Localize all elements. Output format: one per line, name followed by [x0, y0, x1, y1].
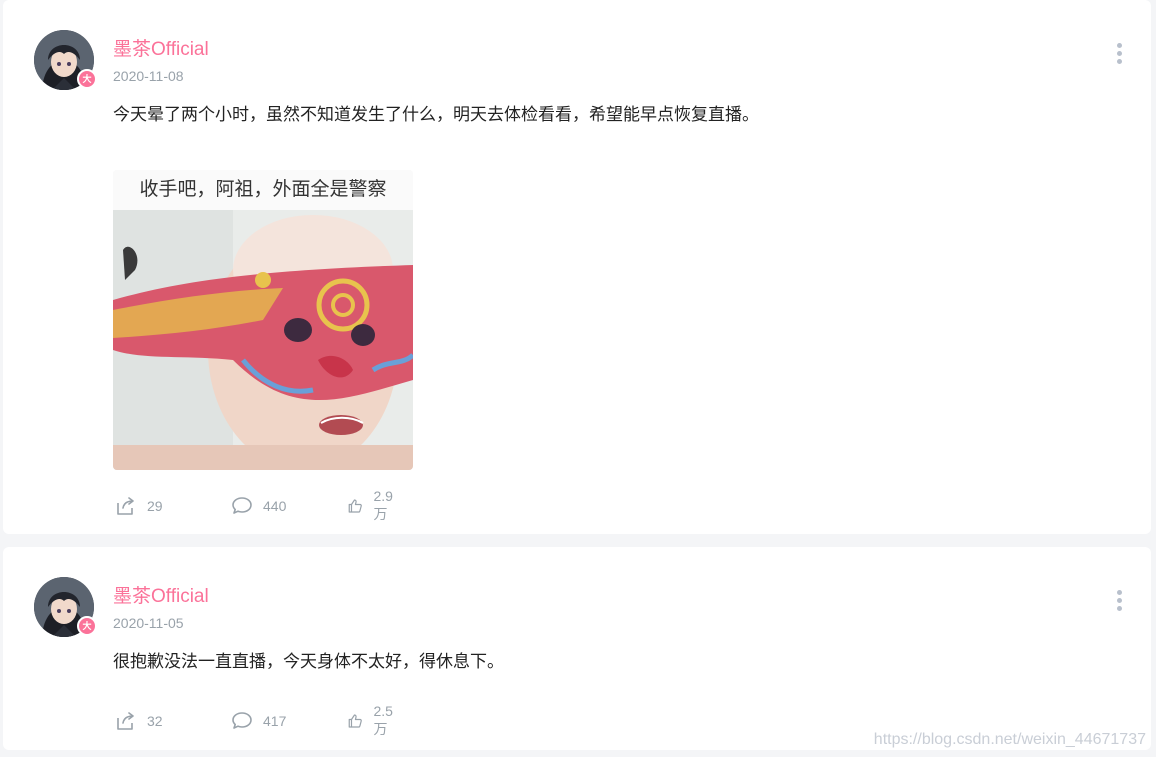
comment-icon — [232, 712, 252, 729]
share-button[interactable]: 32 — [115, 709, 163, 733]
comment-button[interactable]: 417 — [231, 709, 286, 733]
thumbs-up-icon — [348, 499, 362, 513]
up-badge-icon: 大 — [77, 616, 97, 636]
image-caption: 收手吧，阿祖，外面全是警察 — [113, 170, 413, 210]
thumbs-up-icon — [348, 714, 362, 728]
post-text: 很抱歉没法一直直播，今天身体不太好，得休息下。 — [113, 652, 504, 671]
comment-count: 440 — [263, 498, 287, 514]
share-icon — [117, 497, 134, 515]
share-count: 32 — [147, 713, 163, 729]
comment-button[interactable]: 440 — [231, 494, 286, 518]
share-button[interactable]: 29 — [115, 494, 163, 518]
like-count: 2.9万 — [373, 488, 393, 522]
up-badge-icon: 大 — [77, 69, 97, 89]
meme-photo — [113, 210, 413, 470]
post-text: 今天晕了两个小时，虽然不知道发生了什么，明天去体检看看，希望能早点恢复直播。 — [113, 105, 759, 124]
watermark: https://blog.csdn.net/weixin_44671737 — [873, 731, 1146, 748]
more-options-icon[interactable] — [1117, 43, 1123, 65]
author-name[interactable]: 墨茶Official — [113, 34, 209, 61]
share-icon — [117, 712, 134, 730]
like-count: 2.5万 — [373, 703, 393, 737]
author-name[interactable]: 墨茶Official — [113, 581, 209, 608]
more-options-icon[interactable] — [1117, 590, 1123, 612]
post-card: 大 墨茶Official 2020-11-08 今天晕了两个小时，虽然不知道发生… — [3, 0, 1151, 534]
post-date: 2020-11-08 — [113, 68, 184, 84]
post-card: 大 墨茶Official 2020-11-05 很抱歉没法一直直播，今天身体不太… — [3, 547, 1151, 750]
like-button[interactable]: 2.5万 — [347, 703, 398, 737]
post-image[interactable]: 收手吧，阿祖，外面全是警察 — [113, 170, 413, 470]
like-button[interactable]: 2.9万 — [347, 488, 398, 522]
share-count: 29 — [147, 498, 163, 514]
comment-count: 417 — [263, 713, 287, 729]
comment-icon — [232, 497, 252, 514]
post-date: 2020-11-05 — [113, 615, 184, 631]
